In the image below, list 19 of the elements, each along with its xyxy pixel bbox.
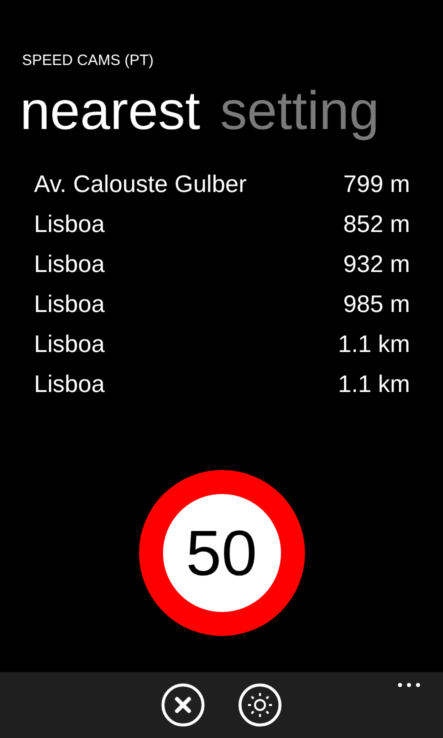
camera-distance: 1.1 km bbox=[338, 330, 410, 360]
pivot-header[interactable]: nearest bbox=[20, 78, 200, 142]
camera-distance: 799 m bbox=[343, 170, 410, 200]
camera-location: Av. Calouste Gulber bbox=[34, 170, 247, 200]
camera-distance: 932 m bbox=[343, 250, 410, 280]
camera-location: Lisboa bbox=[34, 210, 105, 240]
camera-distance: 1.1 km bbox=[338, 370, 410, 400]
close-icon[interactable] bbox=[161, 683, 205, 727]
camera-distance: 852 m bbox=[343, 210, 410, 240]
camera-location: Lisboa bbox=[34, 250, 105, 280]
camera-distance: 985 m bbox=[343, 290, 410, 320]
camera-location: Lisboa bbox=[34, 290, 105, 320]
more-icon[interactable] bbox=[397, 682, 421, 688]
camera-location: Lisboa bbox=[34, 370, 105, 400]
speed-limit-sign: 50 bbox=[138, 470, 304, 636]
sun-icon[interactable] bbox=[238, 683, 282, 727]
app-title: SPEED CAMS (PT) bbox=[22, 51, 154, 71]
pivot-header[interactable]: setting bbox=[220, 78, 380, 142]
camera-location: Lisboa bbox=[34, 330, 105, 360]
